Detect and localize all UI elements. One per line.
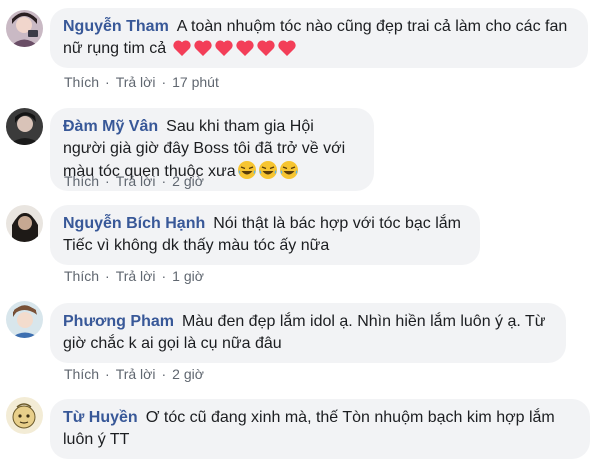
heart-icon — [257, 40, 275, 56]
heart-icon — [194, 40, 212, 56]
laughing-tears-icon — [237, 161, 256, 179]
comment-actions: Thích · Trả lời · 17 phút — [64, 73, 219, 91]
avatar[interactable] — [6, 205, 43, 242]
reply-link[interactable]: Trả lời — [116, 366, 156, 382]
comment-actions: Thích · Trả lời · 2 giờ — [64, 365, 204, 383]
comment-bubble: Nguyễn Bích Hạnh Nói thật là bác hợp với … — [50, 205, 480, 265]
separator: · — [161, 74, 167, 90]
separator: · — [161, 366, 167, 382]
heart-icon — [236, 40, 254, 56]
comment-bubble: Nguyễn Tham A toàn nhuộm tóc nào cũng đẹp… — [50, 8, 588, 68]
emoji-group — [171, 40, 297, 57]
separator: · — [161, 268, 167, 284]
comment-bubble: Từ Huyền Ơ tóc cũ đang xinh mà, thế Tòn n… — [50, 399, 590, 459]
reply-link[interactable]: Trả lời — [116, 74, 156, 90]
comment-timestamp[interactable]: 1 giờ — [172, 268, 204, 284]
laughing-tears-icon — [258, 161, 277, 179]
separator: · — [105, 173, 110, 189]
separator: · — [105, 366, 110, 382]
comment-timestamp[interactable]: 2 giờ — [172, 173, 204, 189]
comment-actions: Thích · Trả lời · 1 giờ — [64, 267, 204, 285]
heart-icon — [278, 40, 296, 56]
reply-link[interactable]: Trả lời — [116, 268, 156, 284]
like-link[interactable]: Thích — [64, 173, 99, 189]
comment-author[interactable]: Nguyễn Tham — [63, 18, 169, 35]
heart-icon — [173, 40, 191, 56]
like-link[interactable]: Thích — [64, 74, 99, 90]
like-link[interactable]: Thích — [64, 268, 99, 284]
comment-author[interactable]: Đàm Mỹ Vân — [63, 118, 158, 135]
laughing-tears-icon — [279, 161, 298, 179]
separator: · — [105, 268, 110, 284]
heart-icon — [215, 40, 233, 56]
avatar[interactable] — [6, 10, 43, 47]
separator: · — [161, 173, 167, 189]
avatar[interactable] — [6, 397, 43, 434]
comment-bubble: Phương Pham Màu đen đẹp lắm idol ạ. Nhìn … — [50, 303, 566, 363]
reply-link[interactable]: Trả lời — [116, 173, 156, 189]
comment-author[interactable]: Từ Huyền — [63, 409, 138, 426]
emoji-group — [236, 161, 299, 180]
avatar[interactable] — [6, 301, 43, 338]
comment-author[interactable]: Nguyễn Bích Hạnh — [63, 215, 205, 232]
avatar[interactable] — [6, 108, 43, 145]
comment-actions: Thích · Trả lời · 2 giờ — [64, 172, 204, 190]
separator: · — [105, 74, 110, 90]
like-link[interactable]: Thích — [64, 366, 99, 382]
comment-timestamp[interactable]: 2 giờ — [172, 366, 204, 382]
comment-timestamp[interactable]: 17 phút — [172, 74, 219, 90]
comment-author[interactable]: Phương Pham — [63, 313, 174, 330]
